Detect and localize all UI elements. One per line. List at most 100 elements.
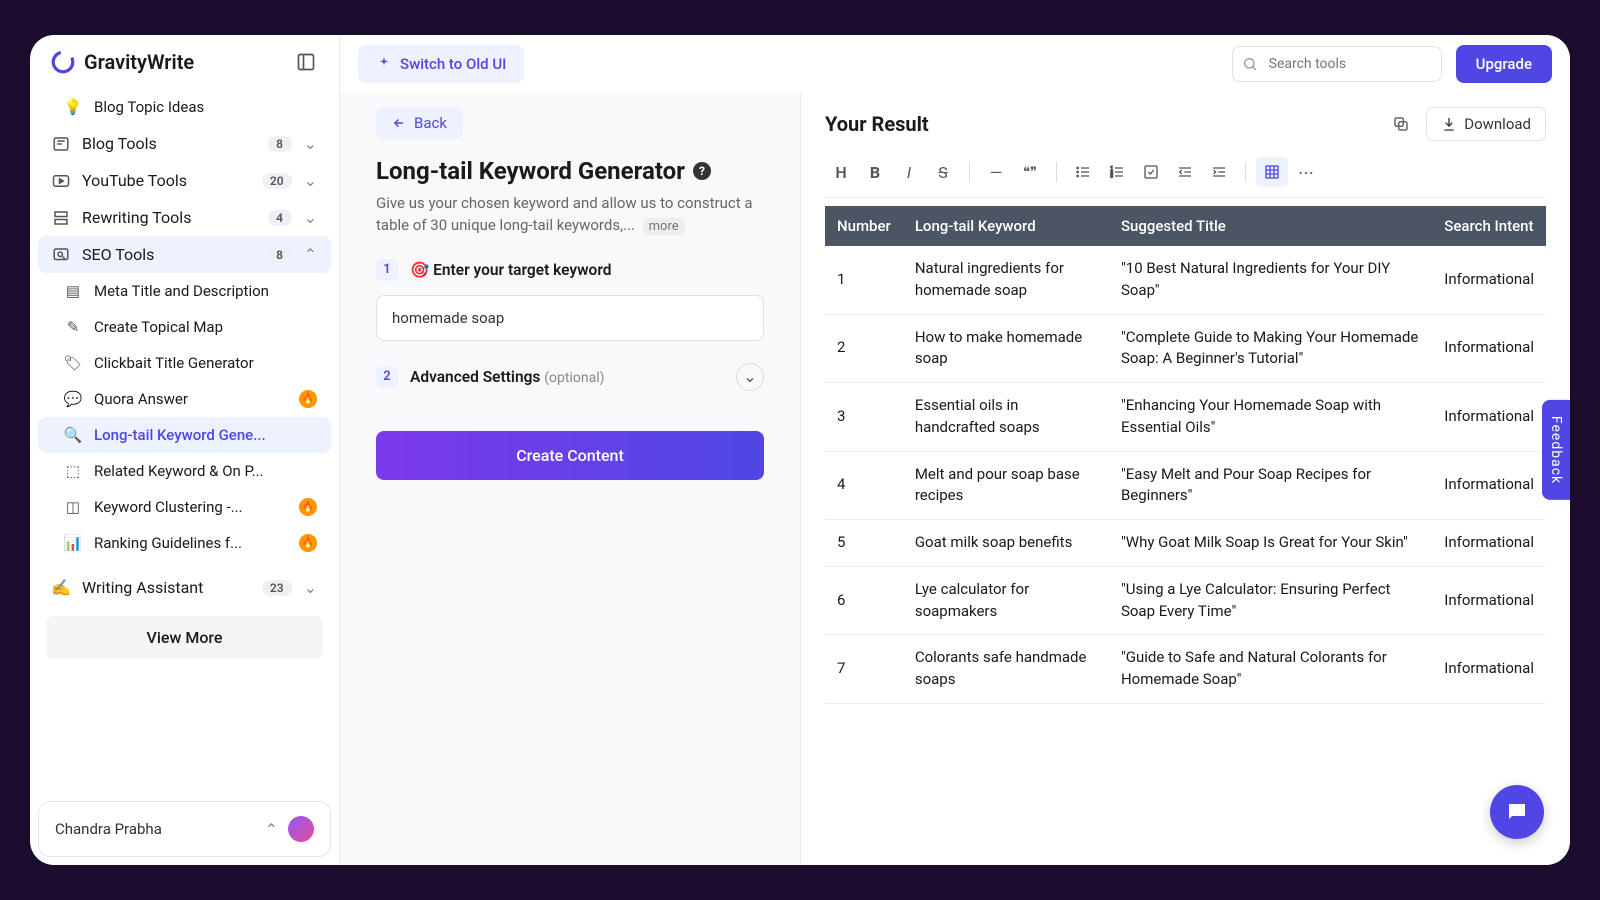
table-cell: Natural ingredients for homemade soap	[903, 246, 1109, 314]
heading-tool[interactable]: H	[825, 157, 857, 187]
create-content-button[interactable]: Create Content	[376, 431, 764, 480]
hr-tool[interactable]: —	[980, 157, 1012, 187]
table-header: Long-tail Keyword	[903, 206, 1109, 246]
table-cell: "10 Best Natural Ingredients for Your DI…	[1109, 246, 1432, 314]
back-button[interactable]: Back	[376, 107, 463, 139]
checklist-tool[interactable]	[1135, 157, 1167, 187]
strike-tool[interactable]: S	[927, 157, 959, 187]
step-label: Advanced Settings (optional)	[410, 368, 605, 386]
sidebar-group-seo-tools[interactable]: SEO Tools 8 ⌃	[38, 236, 331, 273]
chevron-down-icon: ⌄	[304, 134, 317, 153]
blog-icon	[52, 135, 70, 153]
count-badge: 8	[268, 136, 292, 152]
table-row: 5Goat milk soap benefits"Why Goat Milk S…	[825, 520, 1546, 567]
user-name: Chandra Prabha	[55, 820, 255, 838]
fire-icon: 🔥	[299, 534, 317, 552]
avatar	[288, 816, 314, 842]
view-more-button[interactable]: View More	[46, 616, 323, 659]
copy-button[interactable]	[1386, 109, 1416, 139]
table-cell: Informational	[1432, 566, 1546, 635]
layout-toggle-button[interactable]	[293, 49, 319, 75]
search-input[interactable]	[1232, 46, 1442, 82]
upgrade-button[interactable]: Upgrade	[1456, 45, 1552, 83]
ol-tool[interactable]: 123	[1101, 157, 1133, 187]
download-button[interactable]: Download	[1426, 107, 1546, 141]
table-cell: "Complete Guide to Making Your Homemade …	[1109, 314, 1432, 383]
sidebar-group-blog-tools[interactable]: Blog Tools 8 ⌄	[38, 125, 331, 162]
sparkle-icon	[376, 56, 392, 72]
keyword-input[interactable]	[376, 295, 764, 341]
quote-tool[interactable]: ❝❞	[1014, 157, 1046, 187]
sidebar-item-label: Writing Assistant	[82, 578, 250, 597]
sidebar-item-label: Blog Tools	[82, 134, 256, 153]
table-cell: Informational	[1432, 383, 1546, 452]
back-label: Back	[414, 114, 447, 132]
bold-tool[interactable]: B	[859, 157, 891, 187]
sidebar-item-label: Keyword Clustering -...	[94, 498, 287, 516]
italic-tool[interactable]: I	[893, 157, 925, 187]
sidebar-item-clustering[interactable]: ◫ Keyword Clustering -... 🔥	[38, 489, 331, 525]
table-cell: "Enhancing Your Homemade Soap with Essen…	[1109, 383, 1432, 452]
brand-logo[interactable]: GravityWrite	[50, 49, 194, 75]
table-row: 4Melt and pour soap base recipes"Easy Me…	[825, 451, 1546, 520]
count-badge: 4	[268, 210, 292, 226]
table-tool[interactable]	[1256, 157, 1288, 187]
chevron-down-icon: ⌄	[736, 363, 764, 391]
sidebar-item-label: Rewriting Tools	[82, 208, 256, 227]
switch-ui-label: Switch to Old UI	[400, 55, 506, 73]
sidebar-group-rewriting-tools[interactable]: Rewriting Tools 4 ⌄	[38, 199, 331, 236]
sidebar-group-writing-assistant[interactable]: ✍ Writing Assistant 23 ⌄	[38, 569, 331, 606]
advanced-settings-toggle[interactable]: 2 Advanced Settings (optional) ⌄	[376, 363, 764, 391]
ul-tool[interactable]	[1067, 157, 1099, 187]
table-cell: Informational	[1432, 520, 1546, 567]
search-icon	[1242, 56, 1258, 72]
help-icon[interactable]: ?	[693, 162, 711, 180]
outdent-tool[interactable]	[1169, 157, 1201, 187]
chat-fab[interactable]	[1490, 785, 1544, 839]
download-icon	[1441, 116, 1457, 132]
user-menu[interactable]: Chandra Prabha ⌃	[38, 801, 331, 857]
table-header: Search Intent	[1432, 206, 1546, 246]
sidebar-item-blog-topic-ideas[interactable]: 💡 Blog Topic Ideas	[38, 89, 331, 125]
sidebar-item-label: Long-tail Keyword Gene...	[94, 426, 317, 444]
switch-ui-button[interactable]: Switch to Old UI	[358, 45, 524, 83]
more-link[interactable]: more	[643, 218, 685, 235]
sidebar-item-quora[interactable]: 💬Quora Answer🔥	[38, 381, 331, 417]
sidebar-item-topical-map[interactable]: ✎Create Topical Map	[38, 309, 331, 345]
chat-icon: 💬	[64, 390, 82, 408]
table-cell: 1	[825, 246, 903, 314]
chart-icon: 📊	[64, 534, 82, 552]
search-icon: 🔍	[64, 426, 82, 444]
more-tool[interactable]: ⋯	[1290, 157, 1322, 187]
page-description: Give us your chosen keyword and allow us…	[376, 193, 764, 237]
table-cell: Lye calculator for soapmakers	[903, 566, 1109, 635]
sidebar-item-meta-title[interactable]: ▤Meta Title and Description	[38, 273, 331, 309]
table-row: 3Essential oils in handcrafted soaps"Enh…	[825, 383, 1546, 452]
table-cell: Informational	[1432, 635, 1546, 704]
sidebar-item-clickbait[interactable]: 🏷Clickbait Title Generator	[38, 345, 331, 381]
edit-icon: ✎	[64, 318, 82, 336]
sidebar-item-related-keyword[interactable]: ⬚Related Keyword & On P...	[38, 453, 331, 489]
indent-tool[interactable]	[1203, 157, 1235, 187]
sidebar-item-ranking[interactable]: 📊Ranking Guidelines f...🔥	[38, 525, 331, 561]
page-title: Long-tail Keyword Generator ?	[376, 157, 764, 185]
table-row: 2How to make homemade soap"Complete Guid…	[825, 314, 1546, 383]
cluster-icon: ◫	[64, 498, 82, 516]
fire-icon: 🔥	[299, 498, 317, 516]
table-cell: Goat milk soap benefits	[903, 520, 1109, 567]
fire-icon: 🔥	[299, 390, 317, 408]
feedback-tab[interactable]: Feedback	[1542, 400, 1570, 500]
chevron-down-icon: ⌄	[304, 171, 317, 190]
download-label: Download	[1464, 115, 1531, 133]
sidebar-item-label: Blog Topic Ideas	[94, 98, 317, 116]
sidebar-item-longtail[interactable]: 🔍 Long-tail Keyword Gene...	[38, 417, 331, 453]
sidebar-item-label: SEO Tools	[82, 245, 256, 264]
doc-icon: ▤	[64, 282, 82, 300]
table-cell: Colorants safe handmade soaps	[903, 635, 1109, 704]
count-badge: 8	[268, 247, 292, 263]
arrow-left-icon	[392, 116, 406, 130]
seo-icon	[52, 246, 70, 264]
table-cell: How to make homemade soap	[903, 314, 1109, 383]
sidebar-group-youtube-tools[interactable]: YouTube Tools 20 ⌄	[38, 162, 331, 199]
table-cell: Informational	[1432, 246, 1546, 314]
